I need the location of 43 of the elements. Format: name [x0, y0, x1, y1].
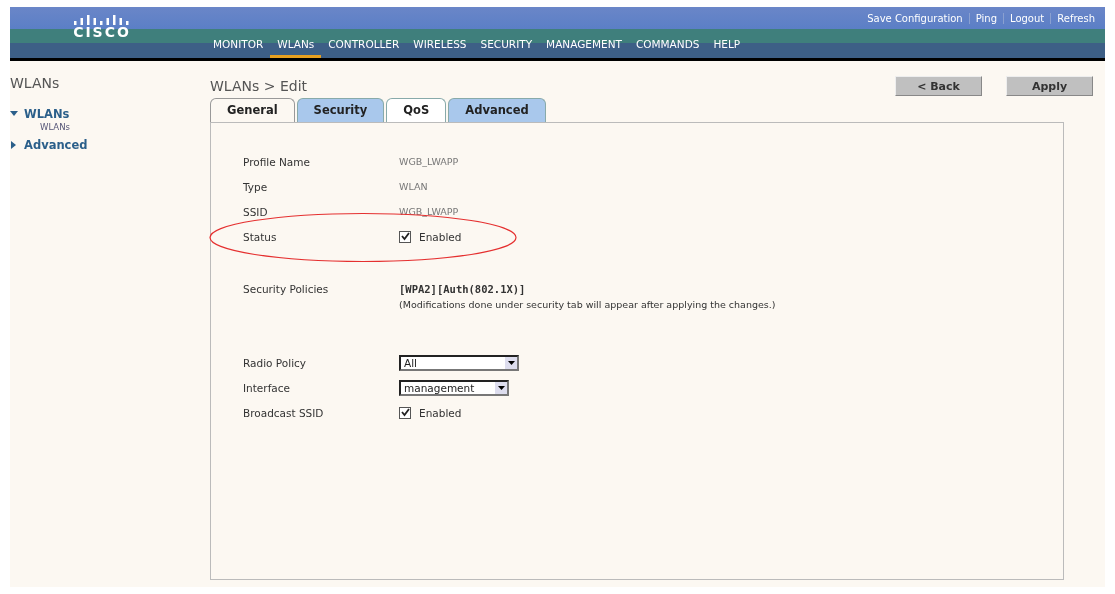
policy-value: [WPA2][Auth(802.1X)] [399, 283, 527, 295]
expanded-triangle-icon [10, 110, 18, 118]
sidebar-title: WLANs [10, 75, 61, 91]
apply-button[interactable]: Apply [1006, 76, 1093, 96]
header-link[interactable]: Ping [968, 12, 1003, 24]
menu-item[interactable]: CONTROLLER [321, 37, 407, 58]
field-label: Broadcast SSID [243, 406, 325, 419]
checkbox-label: Enabled [419, 406, 462, 419]
menu-item[interactable]: COMMANDS [628, 37, 707, 58]
page-title: WLANs > Edit [210, 78, 308, 94]
menu-item[interactable]: WLANs [270, 37, 322, 58]
sidebar-item[interactable]: Advanced [10, 138, 210, 152]
menu-item[interactable]: WIRELESS [406, 37, 474, 58]
tab[interactable]: QoS [386, 98, 447, 122]
header-link[interactable]: Save Configuration [861, 12, 969, 24]
tab[interactable]: Security [296, 98, 385, 122]
sidebar-subitem[interactable]: WLANs [10, 122, 210, 132]
field-label: Status [243, 230, 278, 243]
menu-item[interactable]: SECURITY [473, 37, 540, 58]
header-link[interactable]: Logout [1003, 12, 1051, 24]
checkbox[interactable] [399, 230, 411, 243]
menu-item[interactable]: HELP [706, 37, 748, 58]
dropdown[interactable]: All [399, 354, 519, 371]
field-label: Profile Name [243, 155, 311, 168]
header-link[interactable]: Refresh [1050, 12, 1101, 24]
policy-note: (Modifications done under security tab will appear after applying the changes.) [399, 299, 776, 310]
menu-item[interactable]: MONITOR [206, 37, 271, 58]
field-label: Type [243, 180, 269, 193]
dropdown[interactable]: management [399, 379, 509, 396]
field-label: SSID [243, 205, 269, 218]
sidebar-item[interactable]: WLANs [10, 107, 210, 121]
checkbox-label: Enabled [419, 230, 462, 243]
logo-text: CISCO [73, 25, 131, 39]
bars-logo-icon [73, 13, 131, 25]
field-label: Radio Policy [243, 356, 308, 369]
field-label: Interface [243, 381, 291, 394]
tab[interactable]: General [210, 98, 295, 122]
checkbox[interactable] [399, 406, 411, 419]
field-label: Security Policies [243, 282, 330, 295]
back-button[interactable]: < Back [895, 76, 982, 96]
menu-item[interactable]: MANAGEMENT [539, 37, 629, 58]
collapsed-triangle-icon [10, 141, 18, 149]
tab[interactable]: Advanced [448, 98, 546, 122]
